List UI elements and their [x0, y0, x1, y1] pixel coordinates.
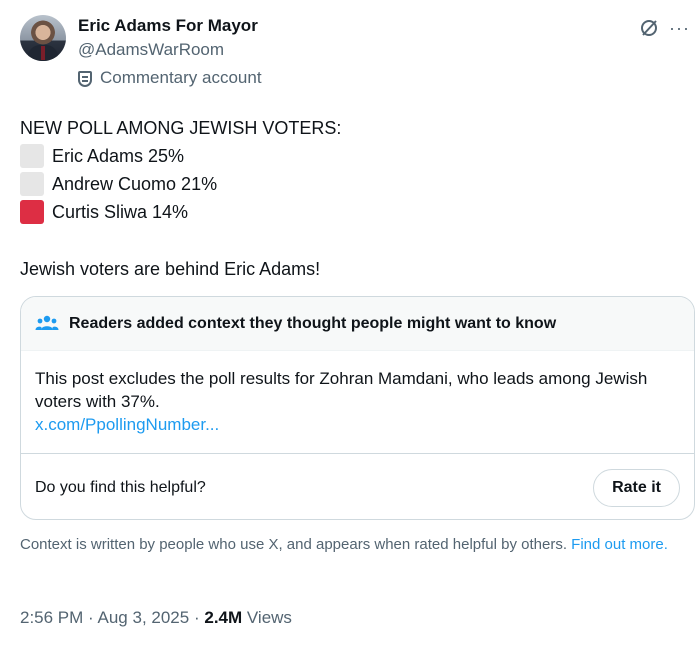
- community-notes-disclaimer: Context is written by people who use X, …: [20, 535, 680, 555]
- header-actions: ···: [639, 18, 690, 38]
- views-label: Views: [246, 608, 292, 627]
- community-note-body: This post excludes the poll results for …: [21, 351, 694, 453]
- meta-separator: ·: [193, 608, 200, 627]
- post-time[interactable]: 2:56 PM: [20, 608, 83, 627]
- red-square-icon: [20, 200, 44, 224]
- tweet-meta: 2:56 PM · Aug 3, 2025 · 2.4M Views: [20, 608, 292, 628]
- poll-heading: NEW POLL AMONG JEWISH VOTERS:: [20, 118, 342, 138]
- commentary-badge-icon: [78, 70, 92, 87]
- author-name[interactable]: Eric Adams For Mayor: [78, 16, 258, 36]
- disclaimer-text: Context is written by people who use X, …: [20, 536, 567, 553]
- community-note-footer: Do you find this helpful? Rate it: [21, 453, 694, 519]
- poll-item-text: Eric Adams 25%: [52, 146, 185, 166]
- community-note-title: Readers added context they thought peopl…: [69, 314, 557, 332]
- author-handle[interactable]: @AdamsWarRoom: [78, 40, 224, 60]
- white-square-icon: [20, 172, 44, 196]
- poll-item-text: Curtis Sliwa 14%: [52, 202, 189, 222]
- tweet-text: NEW POLL AMONG JEWISH VOTERS: Eric Adams…: [20, 114, 680, 226]
- poll-item-text: Andrew Cuomo 21%: [52, 174, 218, 194]
- tweet-header: Eric Adams For Mayor @AdamsWarRoom Comme…: [20, 12, 690, 92]
- people-icon: [35, 315, 59, 330]
- avatar-tie: [41, 46, 45, 60]
- commentary-text: Commentary account: [100, 68, 262, 87]
- views-count: 2.4M: [204, 608, 243, 627]
- no-sign-icon[interactable]: [639, 18, 659, 38]
- poll-item: Andrew Cuomo 21%: [20, 170, 680, 198]
- post-date[interactable]: Aug 3, 2025: [98, 608, 190, 627]
- avatar[interactable]: [20, 15, 66, 61]
- community-note-header: Readers added context they thought peopl…: [21, 297, 694, 351]
- poll-item: Curtis Sliwa 14%: [20, 198, 680, 226]
- find-out-more-link[interactable]: Find out more.: [571, 536, 668, 553]
- meta-separator: ·: [88, 608, 94, 627]
- rate-it-button[interactable]: Rate it: [593, 468, 680, 507]
- helpful-question: Do you find this helpful?: [35, 478, 206, 496]
- more-icon[interactable]: ···: [669, 18, 690, 38]
- commentary-account-label[interactable]: Commentary account: [78, 68, 262, 88]
- community-note: Readers added context they thought peopl…: [20, 296, 695, 520]
- white-square-icon: [20, 144, 44, 168]
- tweet-tagline: Jewish voters are behind Eric Adams!: [20, 259, 321, 279]
- community-note-link[interactable]: x.com/PpollingNumber...: [35, 413, 680, 436]
- poll-item: Eric Adams 25%: [20, 142, 680, 170]
- community-note-text: This post excludes the poll results for …: [35, 369, 648, 411]
